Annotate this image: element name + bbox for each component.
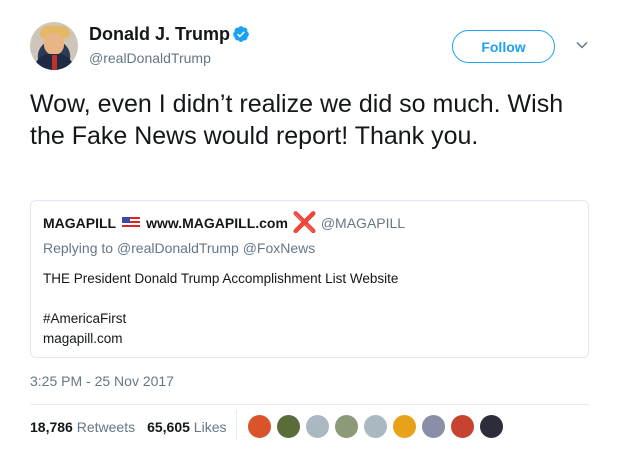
quoted-tweet[interactable]: MAGAPILL www.MAGAPILL.com ❌ @MAGAPILL Re… <box>30 200 589 358</box>
replying-prefix: Replying to <box>43 240 114 256</box>
tweet-timestamp[interactable]: 3:25 PM - 25 Nov 2017 <box>30 373 174 389</box>
avatar-tie <box>52 55 57 70</box>
follow-button[interactable]: Follow <box>452 30 555 63</box>
quoted-author-name: MAGAPILL <box>43 215 117 231</box>
retweets-label: Retweets <box>76 419 136 435</box>
us-flag-icon <box>122 217 141 229</box>
liker-avatar[interactable] <box>363 414 388 439</box>
liker-avatar[interactable] <box>276 414 301 439</box>
reply-handle-link[interactable]: @realDonaldTrump <box>117 240 239 256</box>
likes-count: 65,605 <box>147 419 190 435</box>
likes-label: Likes <box>193 419 227 435</box>
quoted-author-handle: @MAGAPILL <box>320 215 406 231</box>
liker-avatar[interactable] <box>450 414 475 439</box>
quoted-line: THE President Donald Trump Accomplishmen… <box>43 271 399 286</box>
author-name[interactable]: Donald J. Trump <box>89 24 230 45</box>
liker-avatar[interactable] <box>392 414 417 439</box>
author-avatar[interactable] <box>30 22 78 70</box>
quoted-body: THE President Donald Trump Accomplishmen… <box>43 269 398 349</box>
liker-avatar[interactable] <box>305 414 330 439</box>
liker-avatar[interactable] <box>479 414 504 439</box>
liker-avatar[interactable] <box>421 414 446 439</box>
quoted-author-site: www.MAGAPILL.com <box>146 215 288 231</box>
liker-avatar[interactable] <box>334 414 359 439</box>
liker-avatar[interactable] <box>247 414 272 439</box>
x-mark-icon: ❌ <box>291 212 317 234</box>
likes-stat[interactable]: 65,605 Likes <box>147 419 226 435</box>
chevron-down-icon[interactable] <box>575 38 589 52</box>
liker-facepile <box>247 414 508 439</box>
retweets-count: 18,786 <box>30 419 73 435</box>
quoted-link[interactable]: magapill.com <box>43 329 398 349</box>
avatar-face <box>44 33 64 55</box>
tweet-stats: 18,786 Retweets 65,605 Likes <box>30 419 238 435</box>
verified-badge-icon <box>233 26 249 42</box>
author-handle[interactable]: @realDonaldTrump <box>89 50 211 66</box>
quoted-author: MAGAPILL www.MAGAPILL.com ❌ @MAGAPILL <box>43 212 406 234</box>
divider <box>30 404 589 405</box>
quoted-spacer <box>43 289 398 309</box>
quoted-hashtag[interactable]: #AmericaFirst <box>43 309 398 329</box>
tweet-text: Wow, even I didn’t realize we did so muc… <box>30 90 564 150</box>
reply-handle-link[interactable]: @FoxNews <box>243 240 316 256</box>
stats-divider <box>236 410 237 440</box>
retweets-stat[interactable]: 18,786 Retweets <box>30 419 135 435</box>
replying-to: Replying to @realDonaldTrump @FoxNews <box>43 240 315 256</box>
